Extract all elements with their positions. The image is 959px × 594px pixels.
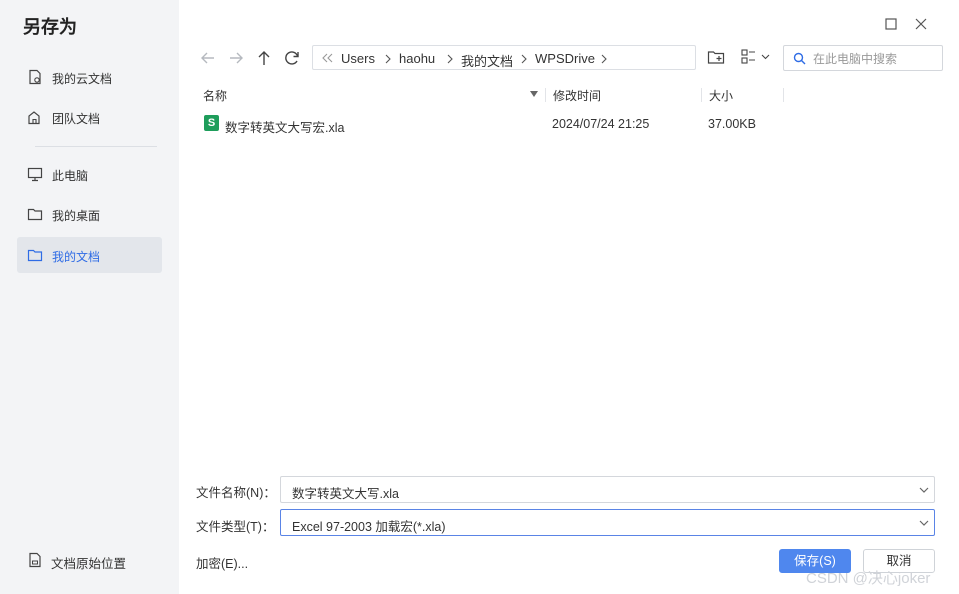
- column-header-name[interactable]: 名称: [203, 87, 227, 104]
- sidebar-item-desktop[interactable]: 我的桌面: [17, 196, 162, 232]
- sort-descending-icon: [530, 91, 538, 97]
- sidebar-item-label: 我的云文档: [52, 72, 113, 86]
- refresh-icon[interactable]: [282, 48, 302, 68]
- breadcrumb-item-haohu[interactable]: haohu: [399, 51, 435, 66]
- chevron-right-icon: [447, 54, 453, 64]
- filetype-select[interactable]: Excel 97-2003 加载宏(*.xla): [280, 509, 935, 536]
- watermark: CSDN @决心joker: [806, 570, 931, 587]
- spreadsheet-file-icon: S: [204, 115, 219, 131]
- column-divider[interactable]: [783, 88, 784, 102]
- dialog-title: 另存为: [23, 17, 77, 37]
- file-name: 数字转英文大写宏.xla: [225, 121, 345, 135]
- file-row[interactable]: S 数字转英文大写宏.xla 2024/07/24 21:25 37.00KB: [196, 113, 941, 135]
- chevron-down-icon[interactable]: [919, 486, 929, 494]
- back-arrow-icon[interactable]: [198, 48, 218, 68]
- sidebar-item-label: 我的文档: [52, 250, 101, 264]
- original-location-button[interactable]: 文档原始位置: [17, 543, 162, 577]
- search-input[interactable]: [811, 49, 940, 69]
- filename-input[interactable]: 数字转英文大写.xla: [292, 483, 399, 502]
- team-doc-icon: [28, 111, 40, 125]
- file-size: 37.00KB: [708, 117, 756, 131]
- sidebar-item-this-pc[interactable]: 此电脑: [17, 156, 162, 192]
- column-header-size[interactable]: 大小: [709, 87, 733, 104]
- sidebar-item-label: 我的桌面: [52, 209, 101, 223]
- folder-icon: [27, 208, 43, 221]
- chevron-right-icon: [385, 54, 391, 64]
- encrypt-button[interactable]: 加密(E)...: [196, 553, 248, 572]
- view-options-icon[interactable]: [740, 48, 772, 66]
- chevron-right-icon[interactable]: [600, 54, 608, 64]
- chevron-double-left-icon[interactable]: [322, 53, 334, 63]
- original-location-label: 文档原始位置: [51, 557, 127, 571]
- sidebar-item-label: 团队文档: [52, 112, 101, 126]
- breadcrumb: Users haohu 我的文档 WPSDrive: [312, 45, 696, 70]
- sidebar-item-cloud-docs[interactable]: 我的云文档: [17, 59, 162, 95]
- column-divider[interactable]: [545, 88, 546, 102]
- maximize-icon[interactable]: [884, 17, 898, 31]
- document-location-icon: [29, 552, 41, 568]
- filename-label: 文件名称(N)：: [196, 486, 276, 500]
- folder-icon: [27, 249, 43, 262]
- breadcrumb-item-wpsdrive[interactable]: WPSDrive: [535, 51, 595, 66]
- sidebar-item-team-docs[interactable]: 团队文档: [17, 99, 162, 135]
- close-icon[interactable]: [914, 17, 928, 31]
- sidebar-item-label: 此电脑: [52, 169, 89, 183]
- filetype-label: 文件类型(T)：: [196, 520, 275, 534]
- search-icon: [793, 52, 806, 65]
- chevron-down-icon[interactable]: [919, 519, 929, 527]
- column-header-modified[interactable]: 修改时间: [553, 87, 601, 104]
- sidebar-item-my-documents[interactable]: 我的文档: [17, 237, 162, 273]
- cloud-doc-icon: [29, 69, 41, 85]
- search-box[interactable]: [783, 45, 943, 71]
- breadcrumb-item-my-documents[interactable]: 我的文档: [461, 51, 513, 70]
- new-folder-icon[interactable]: [707, 48, 725, 66]
- file-modified: 2024/07/24 21:25: [552, 117, 650, 131]
- column-divider[interactable]: [701, 88, 702, 102]
- chevron-right-icon: [521, 54, 527, 64]
- up-arrow-icon[interactable]: [254, 48, 274, 68]
- filetype-selected-value: Excel 97-2003 加载宏(*.xla): [292, 520, 446, 534]
- breadcrumb-item-users[interactable]: Users: [341, 51, 375, 66]
- filename-combobox[interactable]: 数字转英文大写.xla: [280, 476, 935, 503]
- monitor-icon: [27, 167, 43, 182]
- forward-arrow-icon[interactable]: [226, 48, 246, 68]
- sidebar: 另存为 我的云文档 团队文档 此电脑 我的桌面 我的文档 文档原始位置: [0, 0, 179, 594]
- sidebar-divider: [35, 146, 157, 147]
